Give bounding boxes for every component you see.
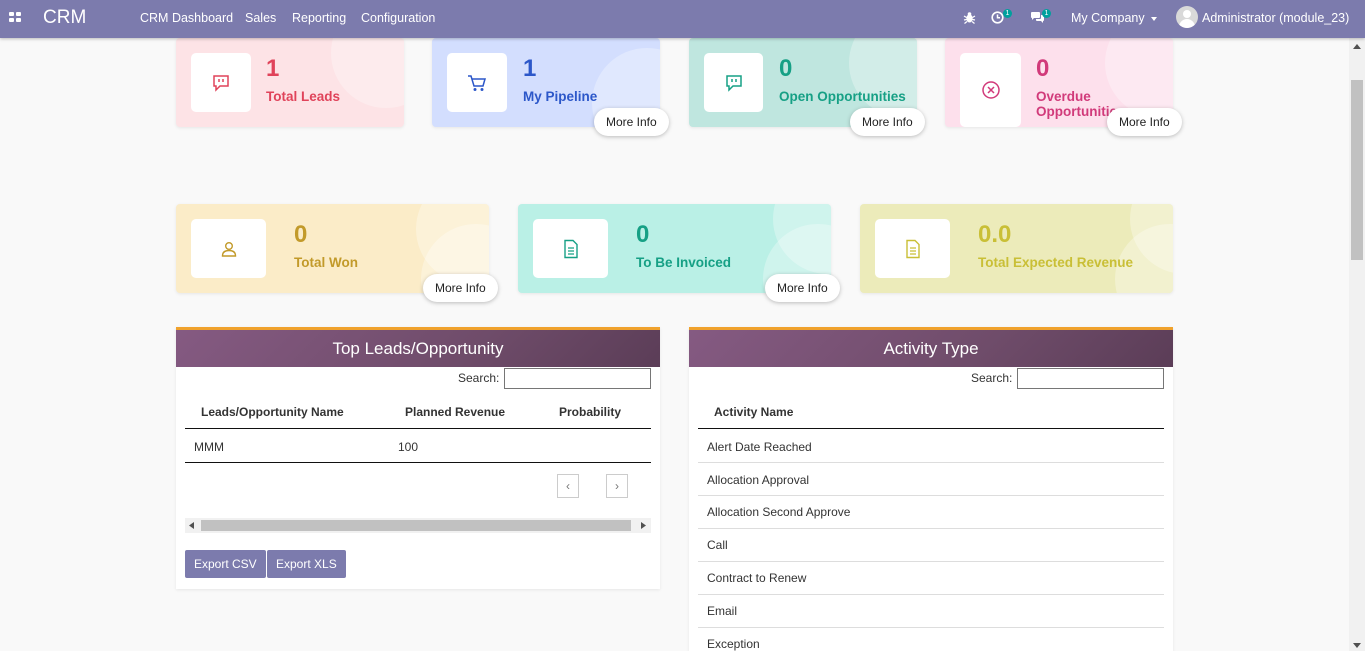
column-header-probability[interactable]: Probability [559,405,621,419]
open-opportunities-label: Open Opportunities [779,89,906,104]
tile-total-leads[interactable]: 1 Total Leads [176,38,404,127]
activity-row: Allocation Second Approve [707,505,851,519]
chat-bubble-icon [191,53,251,112]
total-leads-value: 1 [266,55,280,82]
messages-count-badge: 1 [1042,9,1051,18]
activity-row: Exception [707,637,760,651]
debug-bug-icon[interactable] [963,11,976,25]
scroll-up-arrow-icon[interactable] [1353,44,1361,49]
header-divider [185,428,651,429]
company-switcher[interactable]: My Company [1071,0,1157,36]
app-title: CRM [43,7,87,28]
menu-sales[interactable]: Sales [245,0,276,36]
top-leads-search-label: Search: [458,371,500,385]
activity-type-search-label: Search: [971,371,1013,385]
total-leads-label: Total Leads [266,89,341,104]
document-icon [875,219,950,278]
my-pipeline-more-info-button[interactable]: More Info [594,108,669,136]
activity-type-title: Activity Type [689,327,1173,367]
top-leads-title: Top Leads/Opportunity [176,327,660,367]
my-pipeline-label: My Pipeline [523,89,598,104]
lead-row-planned-revenue: 100 [398,440,419,454]
activity-row: Contract to Renew [707,571,807,585]
menu-reporting[interactable]: Reporting [292,0,346,36]
overdue-opportunities-value: 0 [1036,55,1050,82]
activity-type-panel: Activity Type Search: Activity Name Aler… [689,327,1173,651]
close-circle-icon [960,53,1021,127]
lead-row-name: MMM [194,440,224,454]
horizontal-scrollbar[interactable] [185,518,651,533]
column-header-planned-revenue[interactable]: Planned Revenue [405,405,505,419]
user-menu[interactable]: Administrator (module_23) [1202,0,1349,36]
overdue-opportunities-more-info-button[interactable]: More Info [1107,108,1182,136]
total-expected-revenue-value: 0.0 [978,221,1012,248]
activity-count-badge: 1 [1003,9,1012,18]
menu-configuration[interactable]: Configuration [361,0,435,36]
header-divider [698,428,1164,429]
next-page-button[interactable]: › [606,474,628,498]
to-be-invoiced-value: 0 [636,221,650,248]
company-name: My Company [1071,11,1145,25]
open-opportunities-more-info-button[interactable]: More Info [850,108,925,136]
document-icon [533,219,608,278]
row-divider [698,462,1164,463]
export-csv-button[interactable]: Export CSV [185,550,266,578]
shopping-cart-icon [447,53,507,112]
vertical-scrollbar[interactable] [1349,38,1365,651]
open-opportunities-value: 0 [779,55,793,82]
row-divider [698,627,1164,628]
column-header-activity-name[interactable]: Activity Name [714,405,793,419]
tile-total-expected-revenue[interactable]: 0.0 Total Expected Revenue [860,204,1173,293]
to-be-invoiced-label: To Be Invoiced [636,255,732,270]
activity-row: Call [707,538,728,552]
total-won-value: 0 [294,221,308,248]
top-navbar: CRM CRM Dashboard Sales Reporting Config… [0,0,1365,38]
scroll-down-arrow-icon[interactable] [1353,643,1361,648]
activity-row: Email [707,604,738,618]
column-header-name[interactable]: Leads/Opportunity Name [201,405,344,419]
total-expected-revenue-label: Total Expected Revenue [978,255,1134,270]
row-divider [698,561,1164,562]
chevron-down-icon [1150,16,1157,21]
chat-bubble-icon [704,53,763,112]
total-won-label: Total Won [294,255,358,270]
menu-crm-dashboard[interactable]: CRM Dashboard [140,0,233,36]
row-divider [698,594,1164,595]
user-avatar[interactable] [1176,6,1198,28]
total-won-more-info-button[interactable]: More Info [423,274,498,302]
row-divider [698,495,1164,496]
activity-row: Alert Date Reached [707,440,812,454]
user-icon [191,219,266,278]
activity-row: Allocation Approval [707,473,810,487]
to-be-invoiced-more-info-button[interactable]: More Info [765,274,840,302]
row-divider [698,528,1164,529]
previous-page-button[interactable]: ‹ [557,474,579,498]
top-leads-search-input[interactable] [504,368,651,389]
top-leads-panel: Top Leads/Opportunity Search: Leads/Oppo… [176,327,660,589]
export-xls-button[interactable]: Export XLS [267,550,346,578]
table-bottom-divider [185,462,651,463]
app-menu-icon[interactable] [9,12,21,23]
activity-type-search-input[interactable] [1017,368,1164,389]
my-pipeline-value: 1 [523,55,537,82]
scrollbar-thumb[interactable] [1351,80,1363,260]
